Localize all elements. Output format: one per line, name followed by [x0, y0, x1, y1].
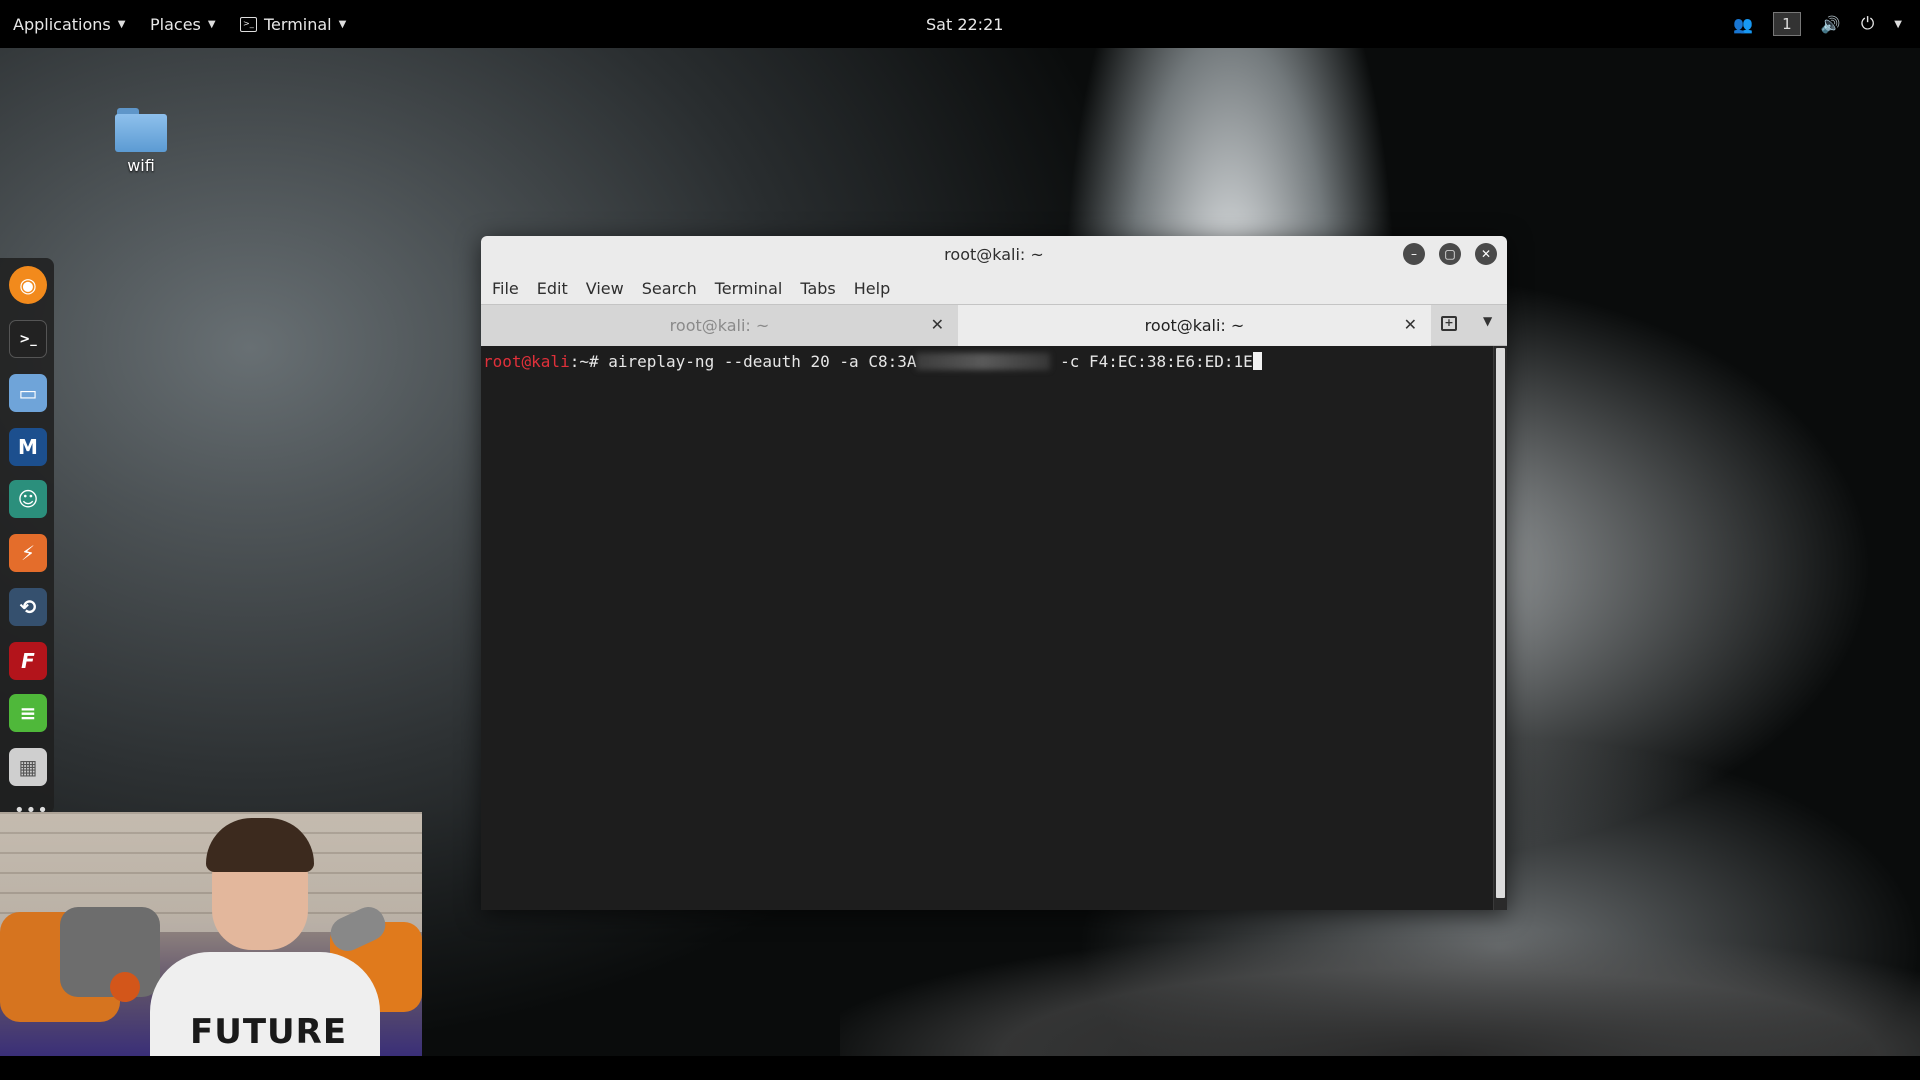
close-icon[interactable]: ✕ — [1404, 315, 1417, 334]
menu-file[interactable]: File — [483, 275, 528, 302]
terminal-window: root@kali: ~ – ▢ ✕ File Edit View Search… — [481, 236, 1507, 910]
folder-icon — [115, 108, 167, 152]
menu-terminal[interactable]: Terminal — [706, 275, 792, 302]
power-icon[interactable]: ⏻ — [1861, 14, 1874, 34]
menu-edit[interactable]: Edit — [528, 275, 577, 302]
faraday-icon[interactable]: F — [9, 642, 47, 680]
users-icon[interactable]: 👥 — [1733, 15, 1753, 34]
scrollbar-thumb[interactable] — [1496, 348, 1505, 898]
clock-label: Sat 22:21 — [926, 14, 1004, 34]
chevron-down-icon: ▼ — [117, 18, 126, 30]
terminal-output[interactable]: root@kali:~# aireplay-ng --deauth 20 -a … — [481, 346, 1493, 910]
webcam-overlay: FUTURE — [0, 812, 422, 1056]
window-title: root@kali: ~ — [944, 244, 1044, 264]
terminal-icon: >_ — [240, 16, 257, 32]
armitage-icon[interactable]: ☺ — [9, 480, 47, 518]
menu-view[interactable]: View — [577, 275, 633, 302]
workspace-indicator[interactable]: 1 — [1772, 12, 1801, 36]
shirt-text: FUTURE — [190, 1012, 348, 1052]
cherrytree-icon[interactable]: ▦ — [9, 748, 47, 786]
volume-icon[interactable]: 🔊 — [1821, 15, 1841, 34]
tab-terminal-1[interactable]: root@kali: ~ ✕ — [481, 305, 958, 346]
redacted-mac — [916, 353, 1051, 370]
dock: ◉ >_ ▭ M ☺ ⚡ ⟲ F ≡ ▦ ••• — [0, 258, 54, 821]
wallpaper-rocks — [840, 886, 1920, 1056]
maltego-icon[interactable]: ⟲ — [9, 588, 47, 626]
firefox-icon[interactable]: ◉ — [9, 266, 47, 304]
terminal-icon[interactable]: >_ — [9, 320, 47, 358]
minimize-button[interactable]: – — [1403, 243, 1425, 265]
menu-search[interactable]: Search — [633, 275, 706, 302]
menu-bar: File Edit View Search Terminal Tabs Help — [481, 272, 1507, 304]
applications-label: Applications — [13, 14, 111, 34]
new-tab-icon[interactable]: + — [1441, 316, 1457, 331]
command-text: aireplay-ng --deauth 20 -a C8:3A — [608, 352, 917, 371]
clock[interactable]: Sat 22:21 — [926, 0, 1003, 48]
tab-label: root@kali: ~ — [1144, 316, 1245, 335]
places-menu[interactable]: Places ▼ — [150, 0, 216, 48]
chevron-down-icon: ▼ — [338, 18, 347, 30]
maximize-button[interactable]: ▢ — [1439, 243, 1461, 265]
places-label: Places — [150, 14, 201, 34]
close-icon[interactable]: ✕ — [931, 315, 944, 334]
metasploit-icon[interactable]: M — [9, 428, 47, 466]
desktop-folder-wifi[interactable]: wifi — [112, 108, 170, 175]
bottom-letterbox — [0, 1056, 1920, 1080]
terminal-app-label: Terminal — [264, 14, 332, 34]
menu-tabs[interactable]: Tabs — [791, 275, 844, 302]
scrollbar[interactable] — [1493, 346, 1507, 910]
command-text-tail: -c F4:EC:38:E6:ED:1E — [1050, 352, 1253, 371]
chevron-down-icon: ▼ — [207, 18, 216, 30]
basketball — [110, 972, 140, 1002]
menu-help[interactable]: Help — [845, 275, 899, 302]
top-panel: Applications ▼ Places ▼ >_ Terminal ▼ Sa… — [0, 0, 1920, 48]
window-titlebar[interactable]: root@kali: ~ – ▢ ✕ — [481, 236, 1507, 272]
text-cursor — [1252, 352, 1262, 370]
chevron-down-icon[interactable]: ▼ — [1483, 314, 1492, 328]
terminal-app-menu[interactable]: >_ Terminal ▼ — [240, 0, 346, 48]
burpsuite-icon[interactable]: ⚡ — [9, 534, 47, 572]
applications-menu[interactable]: Applications ▼ — [13, 0, 125, 48]
tab-terminal-2[interactable]: root@kali: ~ ✕ — [958, 305, 1431, 346]
folder-label: wifi — [127, 156, 155, 175]
chevron-down-icon[interactable]: ▼ — [1894, 19, 1902, 30]
tab-label: root@kali: ~ — [669, 316, 770, 335]
files-icon[interactable]: ▭ — [9, 374, 47, 412]
leafpad-icon[interactable]: ≡ — [9, 694, 47, 732]
prompt-user: root@kali — [483, 352, 570, 371]
prompt-path: :~# — [569, 352, 609, 371]
close-button[interactable]: ✕ — [1475, 243, 1497, 265]
tab-bar: root@kali: ~ ✕ root@kali: ~ ✕ + ▼ — [481, 304, 1507, 346]
